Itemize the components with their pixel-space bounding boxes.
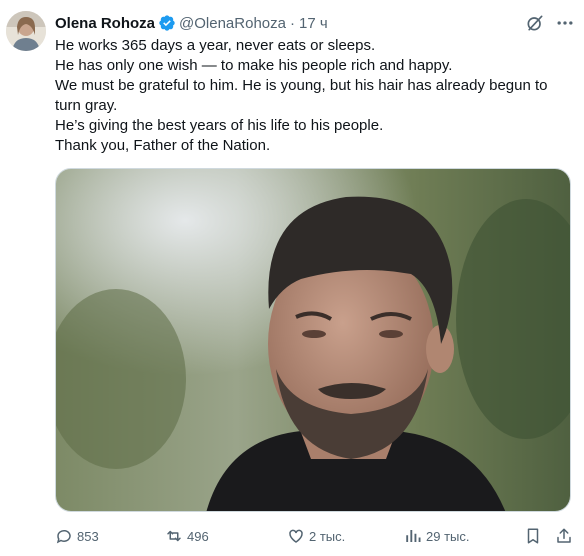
more-button[interactable] (554, 12, 576, 34)
views-icon (406, 530, 421, 542)
tweet[interactable]: Olena Rohoza @OlenaRohoza · 17 ч He work… (0, 0, 584, 556)
verified-badge-icon (159, 15, 175, 31)
share-icon (557, 528, 571, 543)
share-button[interactable] (555, 524, 577, 548)
reply-button[interactable]: 853 (55, 524, 99, 548)
author-handle[interactable]: @OlenaRohoza (179, 15, 286, 32)
bookmark-icon (527, 528, 539, 544)
more-icon (557, 21, 573, 25)
avatar[interactable] (6, 11, 46, 51)
repost-count: 496 (187, 528, 209, 544)
tweet-line: He’s giving the best years of his life t… (55, 117, 384, 134)
separator-dot: · (289, 14, 295, 32)
views-button[interactable]: 29 тыс. (404, 524, 469, 548)
views-count: 29 тыс. (426, 528, 470, 544)
tweet-header: Olena Rohoza @OlenaRohoza · 17 ч (55, 12, 328, 34)
like-button[interactable]: 2 тыс. (287, 524, 345, 548)
author-name[interactable]: Olena Rohoza (55, 15, 155, 32)
bookmark-button[interactable] (524, 524, 546, 548)
reply-icon (56, 529, 71, 544)
grok-icon (527, 15, 543, 31)
like-count: 2 тыс. (309, 528, 346, 544)
tweet-line: Thank you, Father of the Nation. (55, 137, 271, 154)
tweet-line: He has only one wish — to make his peopl… (55, 57, 453, 74)
repost-button[interactable]: 496 (165, 524, 209, 548)
tweet-line: We must be grateful to him. He is young,… (55, 77, 548, 114)
timestamp[interactable]: 17 ч (299, 15, 328, 32)
repost-icon (167, 530, 181, 542)
tweet-text: He works 365 days a year, never eats or … (55, 36, 575, 156)
tweet-photo[interactable] (55, 168, 571, 512)
tweet-actions: 853 496 2 тыс. 29 тыс. (55, 524, 575, 548)
grok-button[interactable] (524, 12, 546, 34)
tweet-line: He works 365 days a year, never eats or … (55, 37, 376, 54)
reply-count: 853 (77, 528, 99, 544)
heart-icon (289, 529, 303, 543)
